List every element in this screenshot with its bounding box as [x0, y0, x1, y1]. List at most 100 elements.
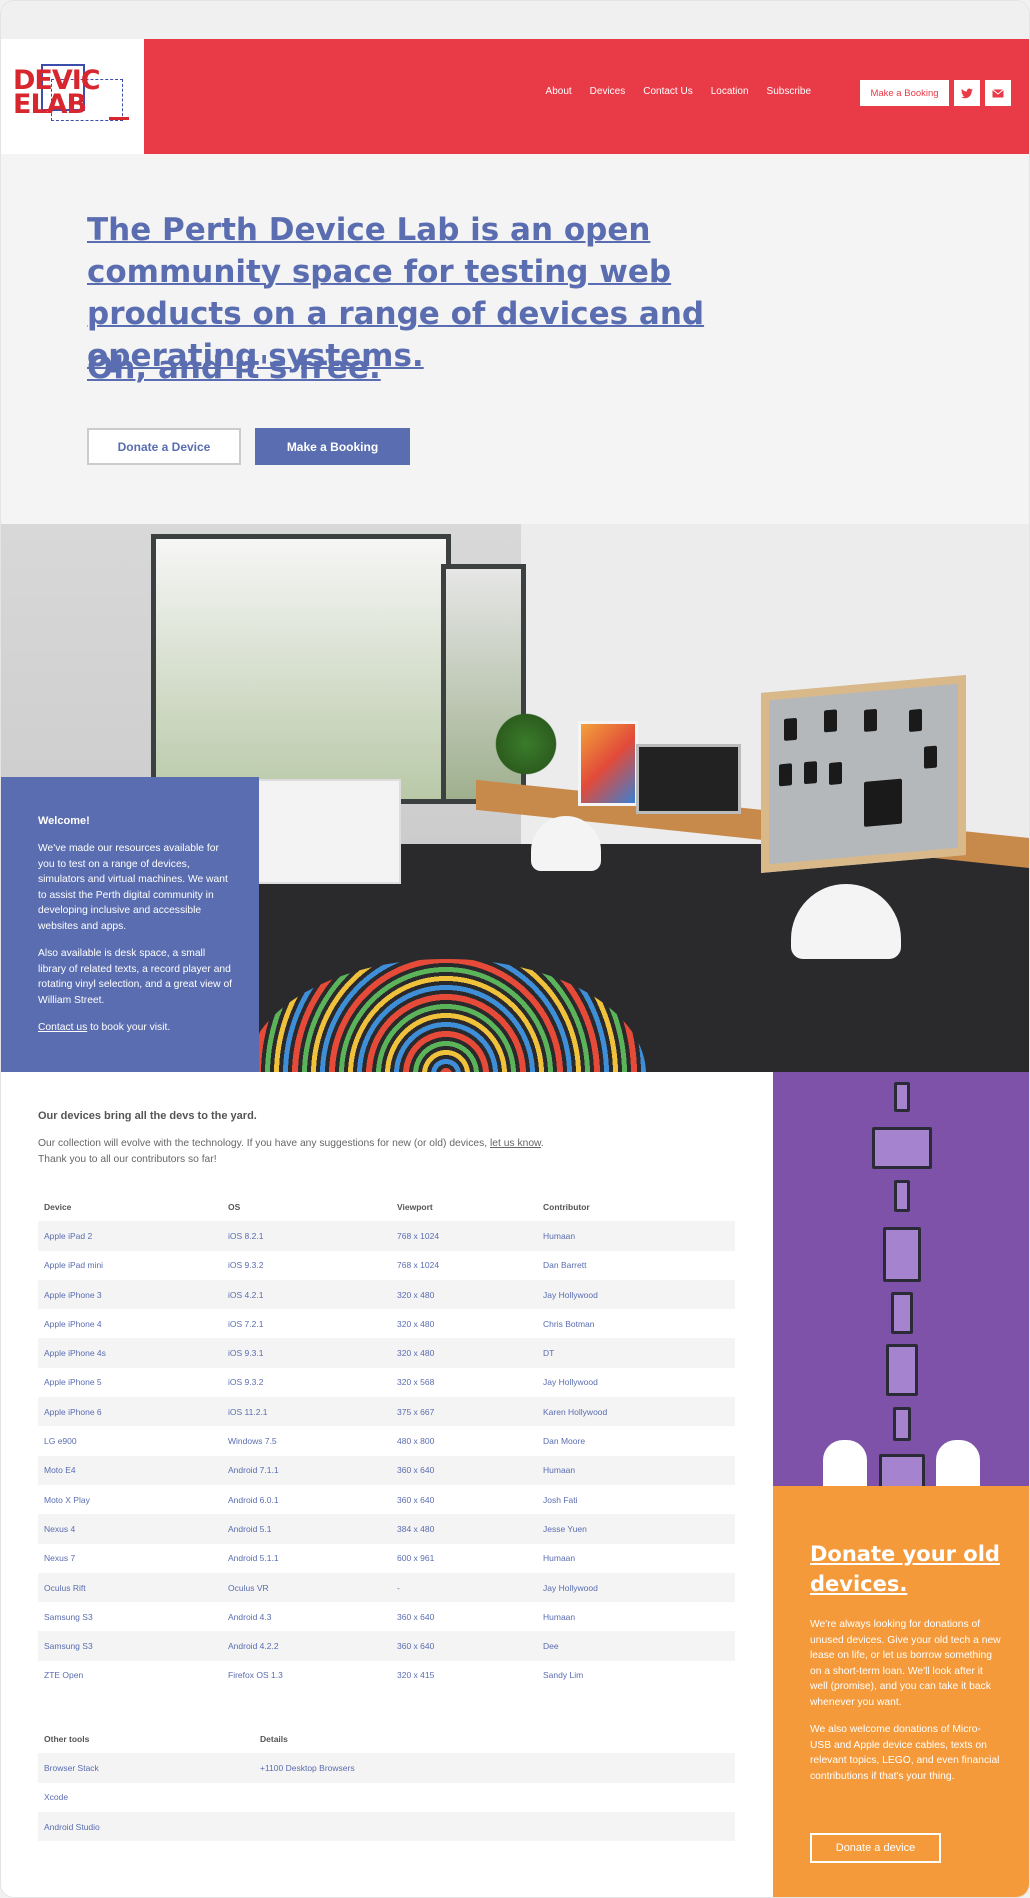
left-hand-icon: [823, 1440, 867, 1486]
table-row: Xcode: [38, 1783, 735, 1812]
table-row: Apple iPhone 4s iOS 9.3.1 320 x 480 DT: [38, 1338, 735, 1368]
contributor-cell: Humaan: [537, 1221, 735, 1251]
tool-details-cell: [254, 1783, 735, 1812]
devices-intro: Our collection will evolve with the tech…: [38, 1136, 638, 1168]
tool-details-cell: +1100 Desktop Browsers: [254, 1753, 735, 1783]
viewport-cell: 384 x 480: [391, 1514, 537, 1544]
donate-paragraph-2: We also welcome donations of Micro-USB a…: [810, 1724, 1000, 1782]
browser-window: DEVIC ELAB About Devices Contact Us Loca…: [0, 0, 1030, 1898]
viewport-cell: 360 x 640: [397, 1494, 435, 1505]
table-row: Moto E4 Android 7.1.1 360 x 640 Humaan: [38, 1455, 735, 1485]
photo-monitor: [636, 744, 741, 814]
contributor-cell: Jay Hollywood: [543, 1377, 598, 1388]
devices-intro-text: Our collection will evolve with the tech…: [38, 1138, 490, 1149]
device-cell: Apple iPad 2: [38, 1221, 222, 1251]
os-cell: iOS 9.3.1: [222, 1338, 391, 1368]
nav-contact[interactable]: Contact Us: [643, 86, 692, 97]
header-booking-button[interactable]: Make a Booking: [860, 80, 949, 106]
nav-subscribe[interactable]: Subscribe: [767, 86, 811, 97]
donate-device-cta-button[interactable]: Donate a device: [810, 1833, 941, 1863]
table-row: Apple iPad 2 iOS 8.2.1 768 x 1024 Humaan: [38, 1221, 735, 1251]
photo-artwork: [578, 721, 638, 806]
os-cell: Android 6.0.1: [228, 1494, 279, 1505]
welcome-paragraph-1: We've made our resources available for y…: [38, 843, 228, 932]
device-cell: Apple iPhone 5: [44, 1377, 102, 1388]
table-row: Browser Stack +1100 Desktop Browsers: [38, 1753, 735, 1783]
mail-icon[interactable]: [985, 80, 1011, 106]
nav-devices[interactable]: Devices: [590, 86, 626, 97]
device-cell: Nexus 7: [44, 1553, 76, 1564]
viewport-cell: 360 x 640: [397, 1611, 435, 1622]
device-cell: Apple iPhone 4s: [38, 1338, 222, 1368]
photo-device-board: [761, 675, 966, 873]
column-header: Device: [44, 1201, 72, 1212]
os-cell: Oculus VR: [222, 1572, 391, 1603]
photo-plant: [491, 709, 561, 779]
viewport-cell: 375 x 667: [391, 1397, 537, 1427]
viewport-cell: 360 x 640: [391, 1631, 537, 1661]
viewport-cell: 320 x 480: [391, 1279, 537, 1310]
device-cell: Nexus 4: [38, 1514, 222, 1544]
device-cell: Apple iPhone 6: [38, 1397, 222, 1427]
viewport-cell: 320 x 480: [397, 1318, 435, 1329]
devices-intro-thanks: Thank you to all our contributors so far…: [38, 1154, 217, 1165]
tool-name-cell: Xcode: [44, 1792, 69, 1803]
welcome-panel: Welcome! We've made our resources availa…: [1, 777, 259, 1072]
logo-wordmark: DEVIC ELAB: [13, 67, 101, 120]
tablet-icon: [883, 1227, 921, 1282]
os-cell: iOS 8.2.1: [222, 1221, 391, 1251]
photo-device: [824, 709, 837, 733]
site-header: DEVIC ELAB About Devices Contact Us Loca…: [1, 39, 1029, 154]
nav-about[interactable]: About: [546, 86, 572, 97]
photo-device: [909, 708, 922, 733]
welcome-paragraph-3-text: to book your visit.: [87, 1022, 171, 1033]
tablet-landscape-icon: [872, 1127, 932, 1169]
donate-title[interactable]: Donate your old devices.: [810, 1539, 1001, 1599]
logo-line-2: ELAB: [13, 89, 87, 120]
os-cell: Android 7.1.1: [222, 1455, 391, 1485]
donate-device-button[interactable]: Donate a Device: [87, 428, 241, 465]
contributor-cell: Karen Hollywood: [537, 1397, 735, 1427]
tablet-icon: [886, 1344, 918, 1396]
contributor-cell: Humaan: [537, 1455, 735, 1485]
table-row: Oculus Rift Oculus VR - Jay Hollywood: [38, 1572, 735, 1603]
device-cell: Apple iPhone 4: [44, 1318, 102, 1329]
photo-device: [829, 761, 842, 786]
os-cell: Android 5.1.1: [228, 1553, 279, 1564]
logo[interactable]: DEVIC ELAB: [1, 39, 144, 154]
tool-name-cell: Browser Stack: [38, 1753, 254, 1783]
device-cell: Apple iPhone 3: [38, 1279, 222, 1310]
devices-intro-end: .: [540, 1138, 544, 1149]
viewport-cell: -: [391, 1572, 537, 1603]
photo-tablet: [864, 778, 902, 827]
photo-device: [924, 745, 937, 769]
os-cell: iOS 4.2.1: [222, 1279, 391, 1310]
contact-us-link[interactable]: Contact us: [38, 1022, 87, 1033]
hero-subtitle[interactable]: Oh, and it's free.: [87, 350, 381, 386]
devices-title: Our devices bring all the devs to the ya…: [38, 1110, 257, 1122]
table-row: Samsung S3 Android 4.3 360 x 640 Humaan: [38, 1602, 735, 1631]
viewport-cell: 320 x 480: [391, 1338, 537, 1368]
table-row: Nexus 7 Android 5.1.1 600 x 961 Humaan: [38, 1544, 735, 1573]
os-cell: iOS 11.2.1: [222, 1397, 391, 1427]
twitter-icon[interactable]: [954, 80, 980, 106]
viewport-cell: 600 x 961: [397, 1553, 435, 1564]
os-cell: iOS 7.2.1: [228, 1318, 264, 1329]
devices-table: Device OS Viewport Contributor Apple iPa…: [38, 1192, 735, 1690]
table-row: Android Studio: [38, 1811, 735, 1842]
nav-location[interactable]: Location: [711, 86, 749, 97]
devices-illustration: [773, 1072, 1029, 1486]
viewport-cell: 480 x 800: [397, 1436, 435, 1447]
make-booking-button[interactable]: Make a Booking: [255, 428, 410, 465]
contributor-cell: Sandy Lim: [543, 1670, 584, 1681]
device-cell: Oculus Rift: [38, 1572, 222, 1603]
window-top-bar: [1, 1, 1029, 39]
os-cell: Android 4.3: [228, 1611, 272, 1622]
donate-paragraph-1: We're always looking for donations of un…: [810, 1619, 1001, 1708]
os-cell: Firefox OS 1.3: [228, 1670, 283, 1681]
donate-panel: Donate your old devices. We're always lo…: [773, 1486, 1029, 1897]
column-header: Details: [260, 1733, 288, 1744]
contributor-cell: Humaan: [543, 1611, 576, 1622]
phone-icon: [894, 1180, 910, 1212]
let-us-know-link[interactable]: let us know: [490, 1138, 541, 1149]
